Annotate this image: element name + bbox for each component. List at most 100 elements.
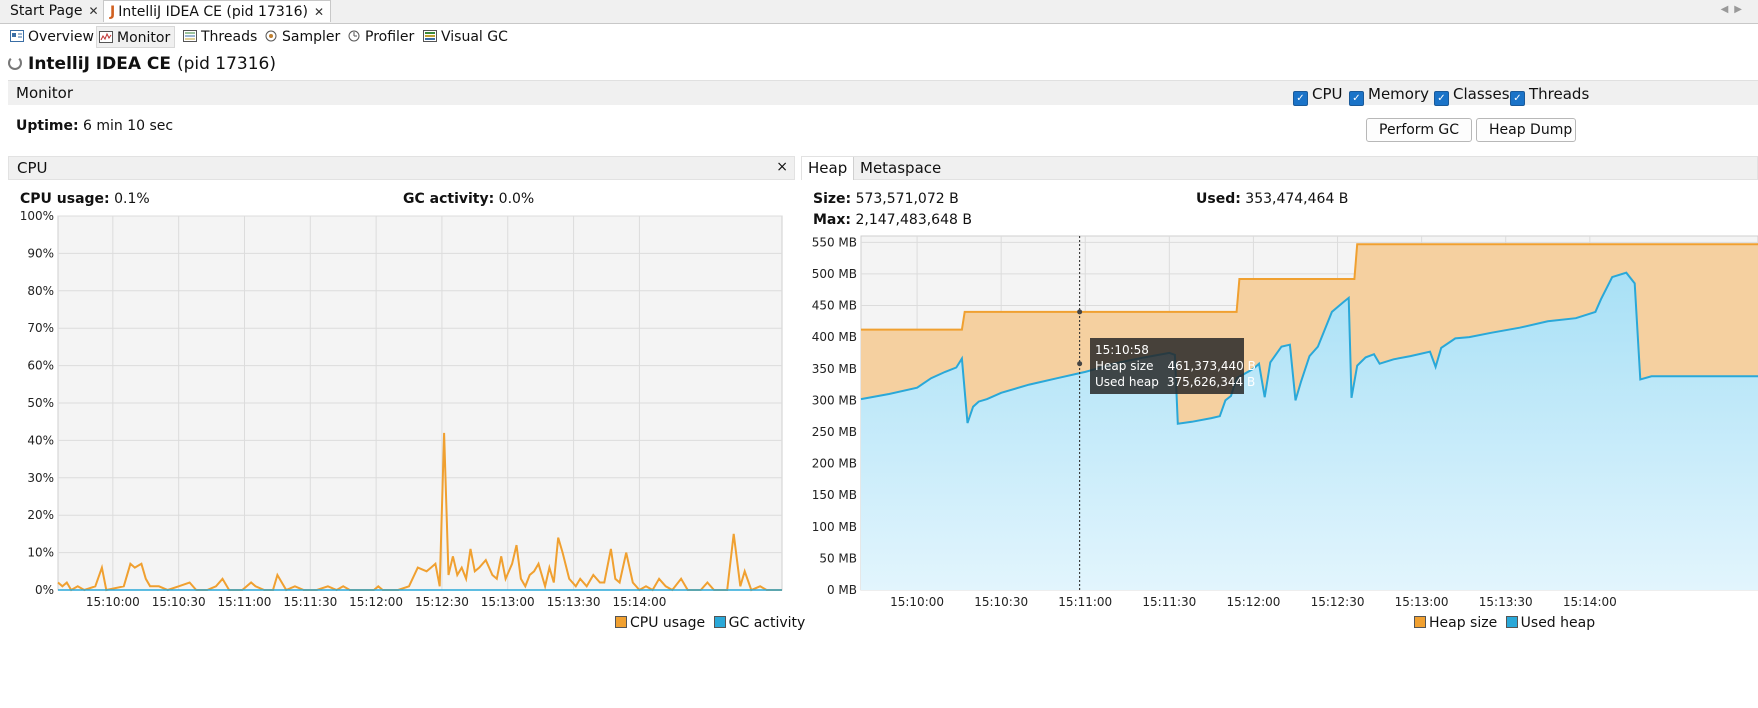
heap-legend-used: Used heap bbox=[1520, 615, 1596, 631]
cpu-y-tick-label: 30% bbox=[27, 471, 54, 485]
cpu-x-tick-label: 15:14:00 bbox=[612, 595, 666, 609]
tab-sampler[interactable]: Sampler bbox=[262, 26, 344, 48]
cpu-usage-swatch bbox=[615, 616, 627, 628]
gc-activity-label: GC activity: bbox=[403, 191, 495, 207]
heap-y-tick-label: 550 MB bbox=[812, 235, 857, 249]
tooltip-heap-value: 461,373,440 B bbox=[1167, 359, 1256, 373]
perform-gc-button[interactable]: Perform GC bbox=[1366, 118, 1473, 142]
cpu-y-tick-label: 90% bbox=[27, 246, 54, 260]
tab-threads-label: Threads bbox=[201, 29, 258, 45]
heap-y-tick-label: 200 MB bbox=[812, 457, 857, 471]
heap-y-tick-label: 300 MB bbox=[812, 393, 857, 407]
visual-gc-icon bbox=[423, 30, 437, 42]
cpu-y-tick-label: 100% bbox=[20, 210, 54, 223]
heap-x-tick-label: 15:11:30 bbox=[1142, 595, 1196, 609]
checkmark-icon: ✓ bbox=[1434, 91, 1449, 106]
memory-checkbox[interactable]: ✓ Memory bbox=[1349, 85, 1429, 106]
heap-max-stat: Max: 2,147,483,648 B bbox=[813, 212, 972, 228]
uptime-value: 6 min 10 sec bbox=[83, 118, 174, 134]
tooltip-used-row: Used heap 375,626,344 B bbox=[1095, 374, 1255, 390]
heap-max-label: Max: bbox=[813, 212, 852, 228]
tab-overview[interactable]: Overview bbox=[8, 26, 98, 48]
close-icon[interactable]: ✕ bbox=[314, 5, 324, 19]
cpu-x-tick-label: 15:11:00 bbox=[218, 595, 272, 609]
cpu-y-tick-label: 20% bbox=[27, 508, 54, 522]
heap-x-tick-label: 15:10:30 bbox=[974, 595, 1028, 609]
heap-chart: 0 MB 50 MB 100 MB 150 MB 200 MB 250 MB 300 MB 3… bbox=[812, 235, 1758, 609]
heap-x-tick-label: 15:12:00 bbox=[1226, 595, 1280, 609]
page-title-name: IntelliJ IDEA CE bbox=[28, 54, 172, 74]
tab-sampler-label: Sampler bbox=[282, 29, 341, 45]
cpu-panel-header: CPU × bbox=[8, 156, 795, 180]
cpu-x-tick-label: 15:11:30 bbox=[283, 595, 337, 609]
close-icon[interactable]: × bbox=[776, 159, 788, 175]
classes-checkbox-label: Classes bbox=[1453, 85, 1510, 103]
cpu-panel-title: CPU bbox=[17, 159, 48, 177]
sampler-icon bbox=[265, 30, 277, 42]
tooltip-used-value: 375,626,344 B bbox=[1166, 375, 1256, 389]
heap-y-tick-label: 400 MB bbox=[812, 330, 857, 344]
monitor-icon bbox=[99, 31, 113, 43]
cpu-y-tick-label: 80% bbox=[27, 284, 54, 298]
cpu-x-tick-label: 15:10:00 bbox=[86, 595, 140, 609]
tab-profiler-label: Profiler bbox=[365, 29, 415, 45]
checkmark-icon: ✓ bbox=[1510, 91, 1525, 106]
heap-legend: Heap size Used heap bbox=[1414, 615, 1595, 631]
tab-monitor-label: Monitor bbox=[117, 30, 171, 46]
heap-y-tick-label: 350 MB bbox=[812, 362, 857, 376]
classes-checkbox[interactable]: ✓ Classes bbox=[1434, 85, 1510, 106]
hover-point-heap bbox=[1077, 309, 1083, 315]
tab-metaspace[interactable]: Metaspace bbox=[854, 157, 947, 180]
tab-visual-gc[interactable]: Visual GC bbox=[421, 26, 512, 48]
cpu-usage-label: CPU usage: bbox=[20, 191, 110, 207]
cpu-chart: 0% 10% 20% 30% 40% 50% 60% 70% 80% 90% 100% 15:10:0… bbox=[20, 210, 783, 609]
gc-activity-value: 0.0% bbox=[498, 191, 535, 207]
cpu-checkbox[interactable]: ✓ CPU bbox=[1293, 85, 1343, 106]
heap-x-tick-label: 15:12:30 bbox=[1311, 595, 1365, 609]
heap-size-stat: Size: 573,571,072 B bbox=[813, 191, 959, 207]
document-tab-bar: Start Page ✕ J IntelliJ IDEA CE (pid 17316… bbox=[0, 0, 1758, 24]
cpu-legend-cpu: CPU usage bbox=[630, 615, 706, 631]
cpu-usage-value: 0.1% bbox=[114, 191, 150, 207]
loading-spinner-icon bbox=[8, 56, 22, 70]
threads-checkbox[interactable]: ✓ Threads bbox=[1510, 85, 1589, 106]
used-heap-swatch bbox=[1505, 616, 1518, 628]
cpu-x-tick-label: 15:13:30 bbox=[547, 595, 601, 609]
heap-used-value: 353,474,464 B bbox=[1245, 191, 1349, 207]
java-app-icon: J bbox=[110, 4, 116, 20]
cpu-legend: CPU usage GC activity bbox=[615, 615, 805, 631]
tab-monitor[interactable]: Monitor bbox=[96, 26, 176, 48]
cpu-x-tick-label: 15:10:30 bbox=[152, 595, 206, 609]
heap-dump-button[interactable]: Heap Dump bbox=[1476, 118, 1576, 142]
tab-heap[interactable]: Heap bbox=[802, 157, 855, 180]
heap-y-tick-label: 500 MB bbox=[812, 267, 857, 281]
tab-app[interactable]: J IntelliJ IDEA CE (pid 17316) ✕ bbox=[103, 0, 332, 22]
heap-used-stat: Used: 353,474,464 B bbox=[1196, 191, 1348, 207]
tooltip-heap-row: Heap size 461,373,440 B bbox=[1095, 358, 1256, 374]
profiler-icon bbox=[348, 30, 360, 42]
heap-size-swatch bbox=[1414, 616, 1426, 628]
heap-legend-size: Heap size bbox=[1429, 615, 1498, 631]
tab-visual-gc-label: Visual GC bbox=[441, 29, 508, 45]
heap-size-label: Size: bbox=[813, 191, 852, 207]
cpu-y-tick-label: 10% bbox=[27, 546, 54, 560]
tab-start-page[interactable]: Start Page ✕ bbox=[4, 0, 105, 22]
heap-y-tick-label: 100 MB bbox=[812, 520, 857, 534]
tab-scroll-arrows-icon[interactable]: ◀▶ bbox=[1721, 4, 1748, 15]
gc-activity-swatch bbox=[713, 616, 726, 628]
cpu-y-tick-label: 0% bbox=[35, 583, 54, 597]
cpu-checkbox-label: CPU bbox=[1312, 85, 1343, 103]
cpu-x-tick-label: 15:13:00 bbox=[481, 595, 535, 609]
tab-threads[interactable]: Threads bbox=[181, 26, 261, 48]
heap-x-tick-label: 15:13:30 bbox=[1479, 595, 1533, 609]
heap-tooltip: 15:10:58 Heap size 461,373,440 B Used hea… bbox=[1090, 338, 1256, 394]
close-icon[interactable]: ✕ bbox=[89, 4, 99, 18]
cpu-y-tick-label: 50% bbox=[27, 396, 54, 410]
tab-profiler[interactable]: Profiler bbox=[345, 26, 418, 48]
cpu-y-tick-label: 70% bbox=[27, 321, 54, 335]
cpu-x-tick-label: 15:12:00 bbox=[349, 595, 403, 609]
tooltip-used-label: Used heap bbox=[1095, 375, 1159, 389]
view-tab-bar: Overview Monitor Threads Sampler Profile… bbox=[0, 24, 1758, 50]
tab-overview-label: Overview bbox=[28, 29, 94, 45]
heap-y-tick-label: 450 MB bbox=[812, 299, 857, 313]
